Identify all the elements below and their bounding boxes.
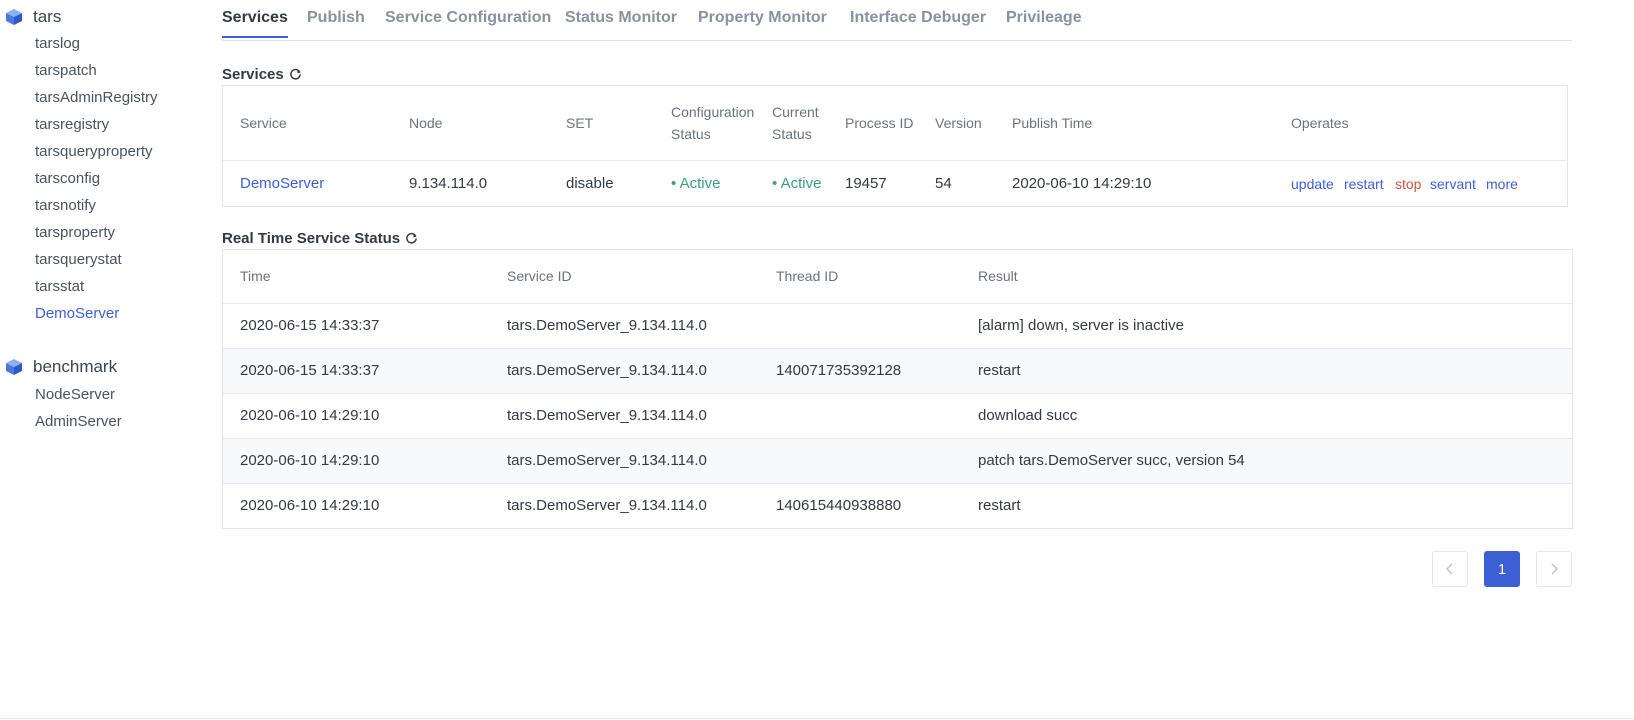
row-time: 2020-06-10 14:29:10 xyxy=(240,497,380,514)
sidebar-item-tarsconfig[interactable]: tarsconfig xyxy=(35,170,100,187)
more-link[interactable]: more xyxy=(1486,176,1518,192)
row-thread-id: 140071735392128 xyxy=(776,362,902,379)
row-service-id: tars.DemoServer_9.134.114.0 xyxy=(507,497,707,514)
tab-property-monitor[interactable]: Property Monitor xyxy=(698,9,827,36)
next-page-button[interactable] xyxy=(1536,551,1572,587)
col-thread-id: Thread ID xyxy=(776,268,839,284)
realtime-table-header: Time Service ID Thread ID Result xyxy=(223,250,1572,304)
col-current-status-line1: Current xyxy=(772,104,819,120)
row-time: 2020-06-15 14:33:37 xyxy=(240,317,380,334)
realtime-status-table: Time Service ID Thread ID Result 2020-06… xyxy=(222,249,1573,529)
sidebar-item-tarsquerystat[interactable]: tarsquerystat xyxy=(35,251,122,268)
services-table-header: Service Node SET Configuration Status Cu… xyxy=(223,86,1567,161)
col-node: Node xyxy=(409,115,443,131)
sidebar-item-demoserver[interactable]: DemoServer xyxy=(35,305,119,322)
app-group-title: benchmark xyxy=(33,357,118,376)
row-thread-id: 140615440938880 xyxy=(776,497,902,514)
chevron-left-icon xyxy=(1445,563,1453,575)
row-result: patch tars.DemoServer succ, version 54 xyxy=(978,452,1245,469)
row-time: 2020-06-15 14:33:37 xyxy=(240,362,380,379)
sidebar-item-tarslog[interactable]: tarslog xyxy=(35,35,80,52)
app-group-tars[interactable]: tars xyxy=(5,7,61,27)
col-publish-time: Publish Time xyxy=(1012,115,1093,131)
col-current-status: Current Status xyxy=(772,101,819,145)
process-id: 19457 xyxy=(845,175,887,192)
realtime-section-title: Real Time Service Status xyxy=(222,230,418,247)
service-node: 9.134.114.0 xyxy=(409,175,488,192)
col-result: Result xyxy=(978,268,1018,284)
row-result: restart xyxy=(978,497,1021,514)
refresh-icon[interactable] xyxy=(405,232,418,245)
services-section-title: Services xyxy=(222,66,302,83)
service-set: disable xyxy=(566,175,614,192)
col-time: Time xyxy=(240,268,271,284)
services-title: Services xyxy=(222,66,284,83)
row-time: 2020-06-10 14:29:10 xyxy=(240,407,380,424)
service-version: 54 xyxy=(935,175,952,192)
stop-link[interactable]: stop xyxy=(1395,176,1421,192)
col-configuration-status-line2: Status xyxy=(671,126,711,142)
current-status-badge: • Active xyxy=(772,175,822,192)
servant-link[interactable]: servant xyxy=(1430,176,1476,192)
configuration-status-badge: • Active xyxy=(671,175,721,192)
realtime-title: Real Time Service Status xyxy=(222,230,401,247)
sidebar-item-tarsregistry[interactable]: tarsregistry xyxy=(35,116,109,133)
publish-time: 2020-06-10 14:29:10 xyxy=(1012,175,1152,192)
row-result: [alarm] down, server is inactive xyxy=(978,317,1184,334)
tab-bar: Services Publish Service Configuration S… xyxy=(222,0,1572,41)
refresh-icon[interactable] xyxy=(289,68,302,81)
col-version: Version xyxy=(935,115,982,131)
col-service-id: Service ID xyxy=(507,268,572,284)
sidebar-item-tarsadminregistry[interactable]: tarsAdminRegistry xyxy=(35,89,158,106)
tab-service-configuration[interactable]: Service Configuration xyxy=(385,9,551,36)
sidebar-item-tarsnotify[interactable]: tarsnotify xyxy=(35,197,96,214)
cube-icon xyxy=(6,9,22,25)
chevron-right-icon xyxy=(1551,563,1559,575)
service-name-link[interactable]: DemoServer xyxy=(240,175,324,192)
cube-icon xyxy=(6,359,22,375)
table-row: DemoServer 9.134.114.0 disable • Active … xyxy=(223,161,1567,206)
tab-interface-debuger[interactable]: Interface Debuger xyxy=(850,9,986,36)
app-group-title: tars xyxy=(33,7,62,26)
tab-publish[interactable]: Publish xyxy=(307,9,365,36)
col-operates: Operates xyxy=(1291,115,1349,131)
row-service-id: tars.DemoServer_9.134.114.0 xyxy=(507,362,707,379)
tab-privileage[interactable]: Privileage xyxy=(1006,9,1082,36)
sidebar-item-tarspatch[interactable]: tarspatch xyxy=(35,62,97,79)
page-1-button[interactable]: 1 xyxy=(1484,551,1520,587)
row-result: download succ xyxy=(978,407,1078,424)
table-row: 2020-06-10 14:29:10 tars.DemoServer_9.13… xyxy=(223,439,1572,484)
restart-link[interactable]: restart xyxy=(1344,176,1384,192)
row-result: restart xyxy=(978,362,1021,379)
services-table: Service Node SET Configuration Status Cu… xyxy=(222,85,1568,207)
tab-services[interactable]: Services xyxy=(222,9,288,38)
sidebar-item-tarsproperty[interactable]: tarsproperty xyxy=(35,224,115,241)
row-time: 2020-06-10 14:29:10 xyxy=(240,452,380,469)
table-row: 2020-06-10 14:29:10 tars.DemoServer_9.13… xyxy=(223,484,1572,528)
sidebar-item-tarsstat[interactable]: tarsstat xyxy=(35,278,84,295)
col-process-id: Process ID xyxy=(845,115,914,131)
sidebar-item-tarsqueryproperty[interactable]: tarsqueryproperty xyxy=(35,143,153,160)
row-service-id: tars.DemoServer_9.134.114.0 xyxy=(507,452,707,469)
col-service: Service xyxy=(240,115,287,131)
prev-page-button[interactable] xyxy=(1432,551,1468,587)
sidebar-item-adminserver[interactable]: AdminServer xyxy=(35,413,122,430)
table-row: 2020-06-15 14:33:37 tars.DemoServer_9.13… xyxy=(223,304,1572,349)
row-service-id: tars.DemoServer_9.134.114.0 xyxy=(507,317,707,334)
col-set: SET xyxy=(566,115,594,131)
col-configuration-status-line1: Configuration xyxy=(671,104,755,120)
update-link[interactable]: update xyxy=(1291,176,1334,192)
col-current-status-line2: Status xyxy=(772,126,812,142)
table-row: 2020-06-15 14:33:37 tars.DemoServer_9.13… xyxy=(223,349,1572,394)
sidebar-item-nodeserver[interactable]: NodeServer xyxy=(35,386,115,403)
col-configuration-status: Configuration Status xyxy=(671,101,754,145)
row-service-id: tars.DemoServer_9.134.114.0 xyxy=(507,407,707,424)
table-row: 2020-06-10 14:29:10 tars.DemoServer_9.13… xyxy=(223,394,1572,439)
tab-status-monitor[interactable]: Status Monitor xyxy=(565,9,677,36)
footer-divider xyxy=(0,718,1634,719)
app-group-benchmark[interactable]: benchmark xyxy=(5,357,117,377)
